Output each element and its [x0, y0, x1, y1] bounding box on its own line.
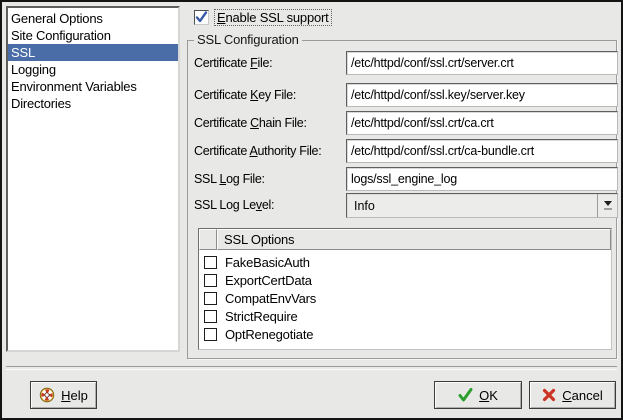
options-table-header: SSL Options [199, 229, 611, 250]
option-label: StrictRequire [225, 309, 298, 324]
frame-title: SSL Configuration [194, 32, 302, 47]
check-icon [195, 11, 208, 24]
sidebar-item-ssl[interactable]: SSL [8, 44, 178, 61]
ssl-log-level-value: Info [354, 194, 375, 218]
certificate-file-input[interactable] [346, 51, 618, 75]
ok-check-icon [458, 388, 473, 402]
option-checkbox[interactable] [204, 274, 217, 287]
option-row-fakebasicauth[interactable]: FakeBasicAuth [199, 253, 611, 271]
option-label: OptRenegotiate [225, 327, 313, 342]
certificate-file-label: Certificate File: [194, 51, 272, 75]
options-check-column-header[interactable] [199, 229, 217, 250]
certificate-key-file-row: Certificate Key File: [194, 83, 612, 107]
option-label: ExportCertData [225, 273, 312, 288]
category-list: General Options Site Configuration SSL L… [6, 6, 180, 352]
ssl-log-file-input[interactable] [346, 167, 618, 191]
option-checkbox[interactable] [204, 310, 217, 323]
option-row-strictrequire[interactable]: StrictRequire [199, 307, 611, 325]
certificate-key-file-input[interactable] [346, 83, 618, 107]
certificate-authority-file-label: Certificate Authority File: [194, 139, 321, 163]
enable-ssl-label[interactable]: Enable SSL support [214, 9, 332, 26]
ssl-config-window: General Options Site Configuration SSL L… [0, 0, 623, 420]
option-label: CompatEnvVars [225, 291, 316, 306]
sidebar-item-logging[interactable]: Logging [8, 61, 178, 78]
combo-bar-icon [604, 208, 612, 210]
ssl-configuration-frame: SSL Configuration Certificate File: Cert… [187, 40, 617, 359]
options-label-column-header[interactable]: SSL Options [217, 229, 611, 250]
help-label: Help [61, 388, 88, 403]
combo-dropdown-button[interactable] [597, 194, 617, 217]
certificate-authority-file-input[interactable] [346, 139, 618, 163]
certificate-key-file-label: Certificate Key File: [194, 83, 296, 107]
option-checkbox[interactable] [204, 292, 217, 305]
option-checkbox[interactable] [204, 328, 217, 341]
separator [6, 366, 617, 370]
cancel-label: Cancel [562, 388, 602, 403]
ssl-log-level-select[interactable]: Info [346, 193, 618, 218]
chevron-down-icon [604, 201, 612, 206]
certificate-file-row: Certificate File: [194, 51, 612, 75]
option-row-exportcertdata[interactable]: ExportCertData [199, 271, 611, 289]
sidebar-item-environment-variables[interactable]: Environment Variables [8, 78, 178, 95]
option-row-compatenvvars[interactable]: CompatEnvVars [199, 289, 611, 307]
sidebar-item-site-configuration[interactable]: Site Configuration [8, 27, 178, 44]
certificate-chain-file-input[interactable] [346, 111, 618, 135]
option-checkbox[interactable] [204, 256, 217, 269]
help-button[interactable]: Help [30, 381, 97, 409]
enable-ssl-checkbox[interactable] [194, 10, 209, 25]
ssl-log-level-label: SSL Log Level: [194, 193, 274, 217]
sidebar-item-general-options[interactable]: General Options [8, 10, 178, 27]
sidebar-item-directories[interactable]: Directories [8, 95, 178, 112]
certificate-chain-file-label: Certificate Chain File: [194, 111, 307, 135]
option-row-optrenegotiate[interactable]: OptRenegotiate [199, 325, 611, 343]
enable-ssl-row: Enable SSL support [194, 8, 332, 26]
ssl-log-file-label: SSL Log File: [194, 167, 265, 191]
certificate-chain-file-row: Certificate Chain File: [194, 111, 612, 135]
ok-label: OK [479, 388, 498, 403]
ok-button[interactable]: OK [434, 381, 522, 409]
help-lifebuoy-icon [39, 387, 55, 403]
ssl-options-table: SSL Options FakeBasicAuth ExportCertData… [198, 228, 612, 350]
option-label: FakeBasicAuth [225, 255, 310, 270]
cancel-button[interactable]: Cancel [529, 381, 616, 409]
options-table-body: FakeBasicAuth ExportCertData CompatEnvVa… [199, 250, 611, 343]
ssl-log-level-row: SSL Log Level: Info [194, 193, 612, 217]
certificate-authority-file-row: Certificate Authority File: [194, 139, 612, 163]
ssl-log-file-row: SSL Log File: [194, 167, 612, 191]
cancel-x-icon [542, 388, 556, 402]
